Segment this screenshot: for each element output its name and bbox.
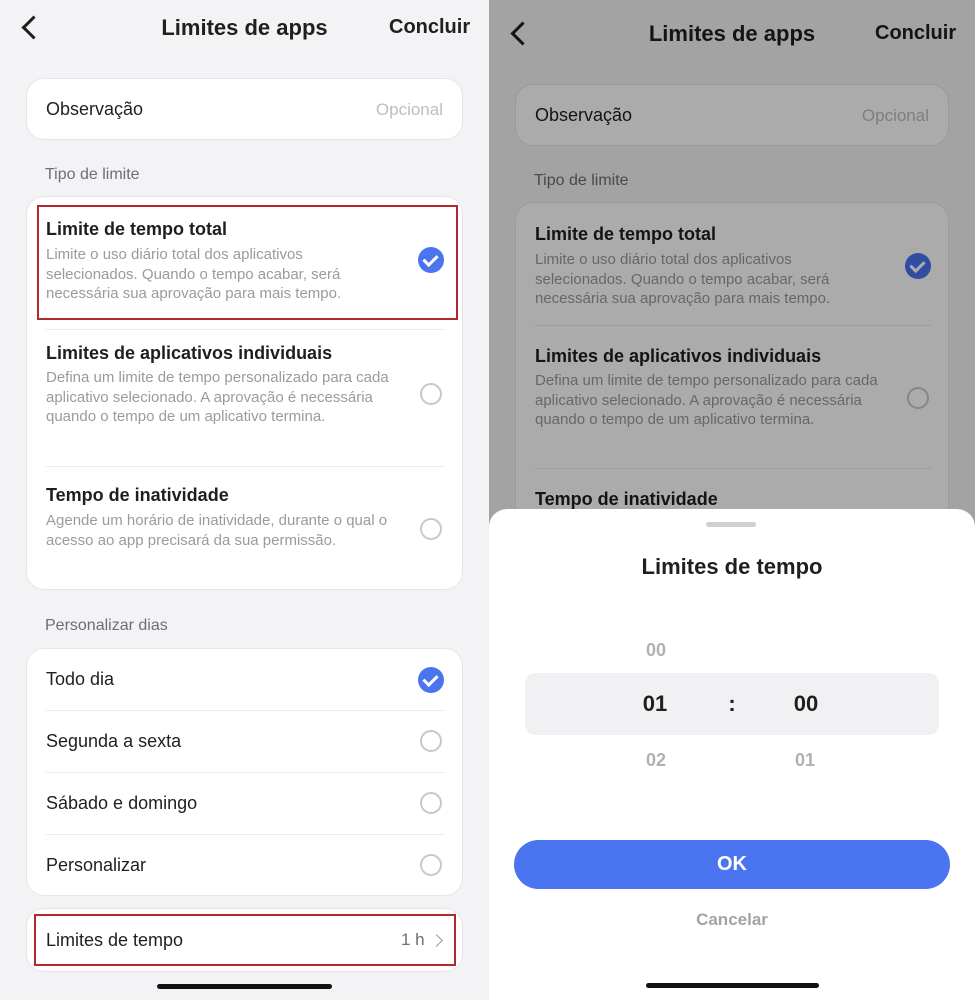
option-title: Limites de aplicativos individuais: [46, 343, 333, 363]
highlight-box: [37, 205, 458, 320]
sheet-drag-handle[interactable]: [706, 522, 756, 527]
option-downtime[interactable]: Tempo de inatividade Agende um horário d…: [27, 467, 464, 591]
days-section-label: Personalizar dias: [45, 617, 168, 634]
radio-empty-icon: [420, 518, 442, 540]
day-option-weekend[interactable]: Sábado e domingo: [27, 773, 464, 834]
note-placeholder: Opcional: [375, 100, 443, 119]
app-limits-screen: Limites de apps Concluir Observação Opci…: [0, 0, 489, 1000]
option-individual-limits[interactable]: Limites de aplicativos individuais Defin…: [27, 330, 464, 466]
done-button[interactable]: Concluir: [389, 16, 470, 39]
minute-next[interactable]: 01: [775, 750, 835, 771]
days-card: Todo dia Segunda a sexta Sábado e doming…: [26, 648, 463, 896]
sheet-title: Limites de tempo: [641, 554, 823, 579]
ok-button[interactable]: OK: [514, 840, 950, 889]
hour-prev[interactable]: 00: [626, 640, 686, 661]
day-option-every-day[interactable]: Todo dia: [27, 649, 464, 710]
app-limits-screen-with-picker: Limites de apps Concluir Observação Opci…: [489, 0, 975, 1000]
radio-empty-icon: [420, 383, 442, 405]
check-circle-icon: [418, 667, 444, 693]
home-indicator: [157, 984, 332, 989]
day-option-custom[interactable]: Personalizar: [27, 835, 464, 896]
option-title: Tempo de inatividade: [46, 485, 229, 505]
picker-separator: :: [728, 691, 736, 716]
hour-current[interactable]: 01: [625, 691, 685, 717]
radio-empty-icon: [420, 730, 442, 752]
note-label: Observação: [46, 99, 144, 119]
limit-type-section-label: Tipo de limite: [45, 166, 140, 183]
day-option-label: Personalizar: [46, 855, 147, 875]
radio-empty-icon: [420, 854, 442, 876]
day-option-label: Todo dia: [46, 669, 115, 689]
hour-next[interactable]: 02: [626, 750, 686, 771]
radio-empty-icon: [420, 792, 442, 814]
note-card[interactable]: Observação Opcional: [26, 78, 463, 140]
option-description: Defina um limite de tempo personalizado …: [46, 369, 389, 425]
home-indicator: [646, 983, 819, 988]
time-picker-sheet: Limites de tempo 00 01 02 : 00 01 OK Can…: [489, 509, 975, 1000]
day-option-label: Sábado e domingo: [46, 793, 198, 813]
minute-current[interactable]: 00: [776, 691, 836, 717]
day-option-weekdays[interactable]: Segunda a sexta: [27, 711, 464, 772]
option-description: Agende um horário de inatividade, durant…: [46, 512, 388, 549]
day-option-label: Segunda a sexta: [46, 731, 182, 751]
cancel-button[interactable]: Cancelar: [489, 910, 975, 930]
highlight-box: [34, 914, 456, 966]
